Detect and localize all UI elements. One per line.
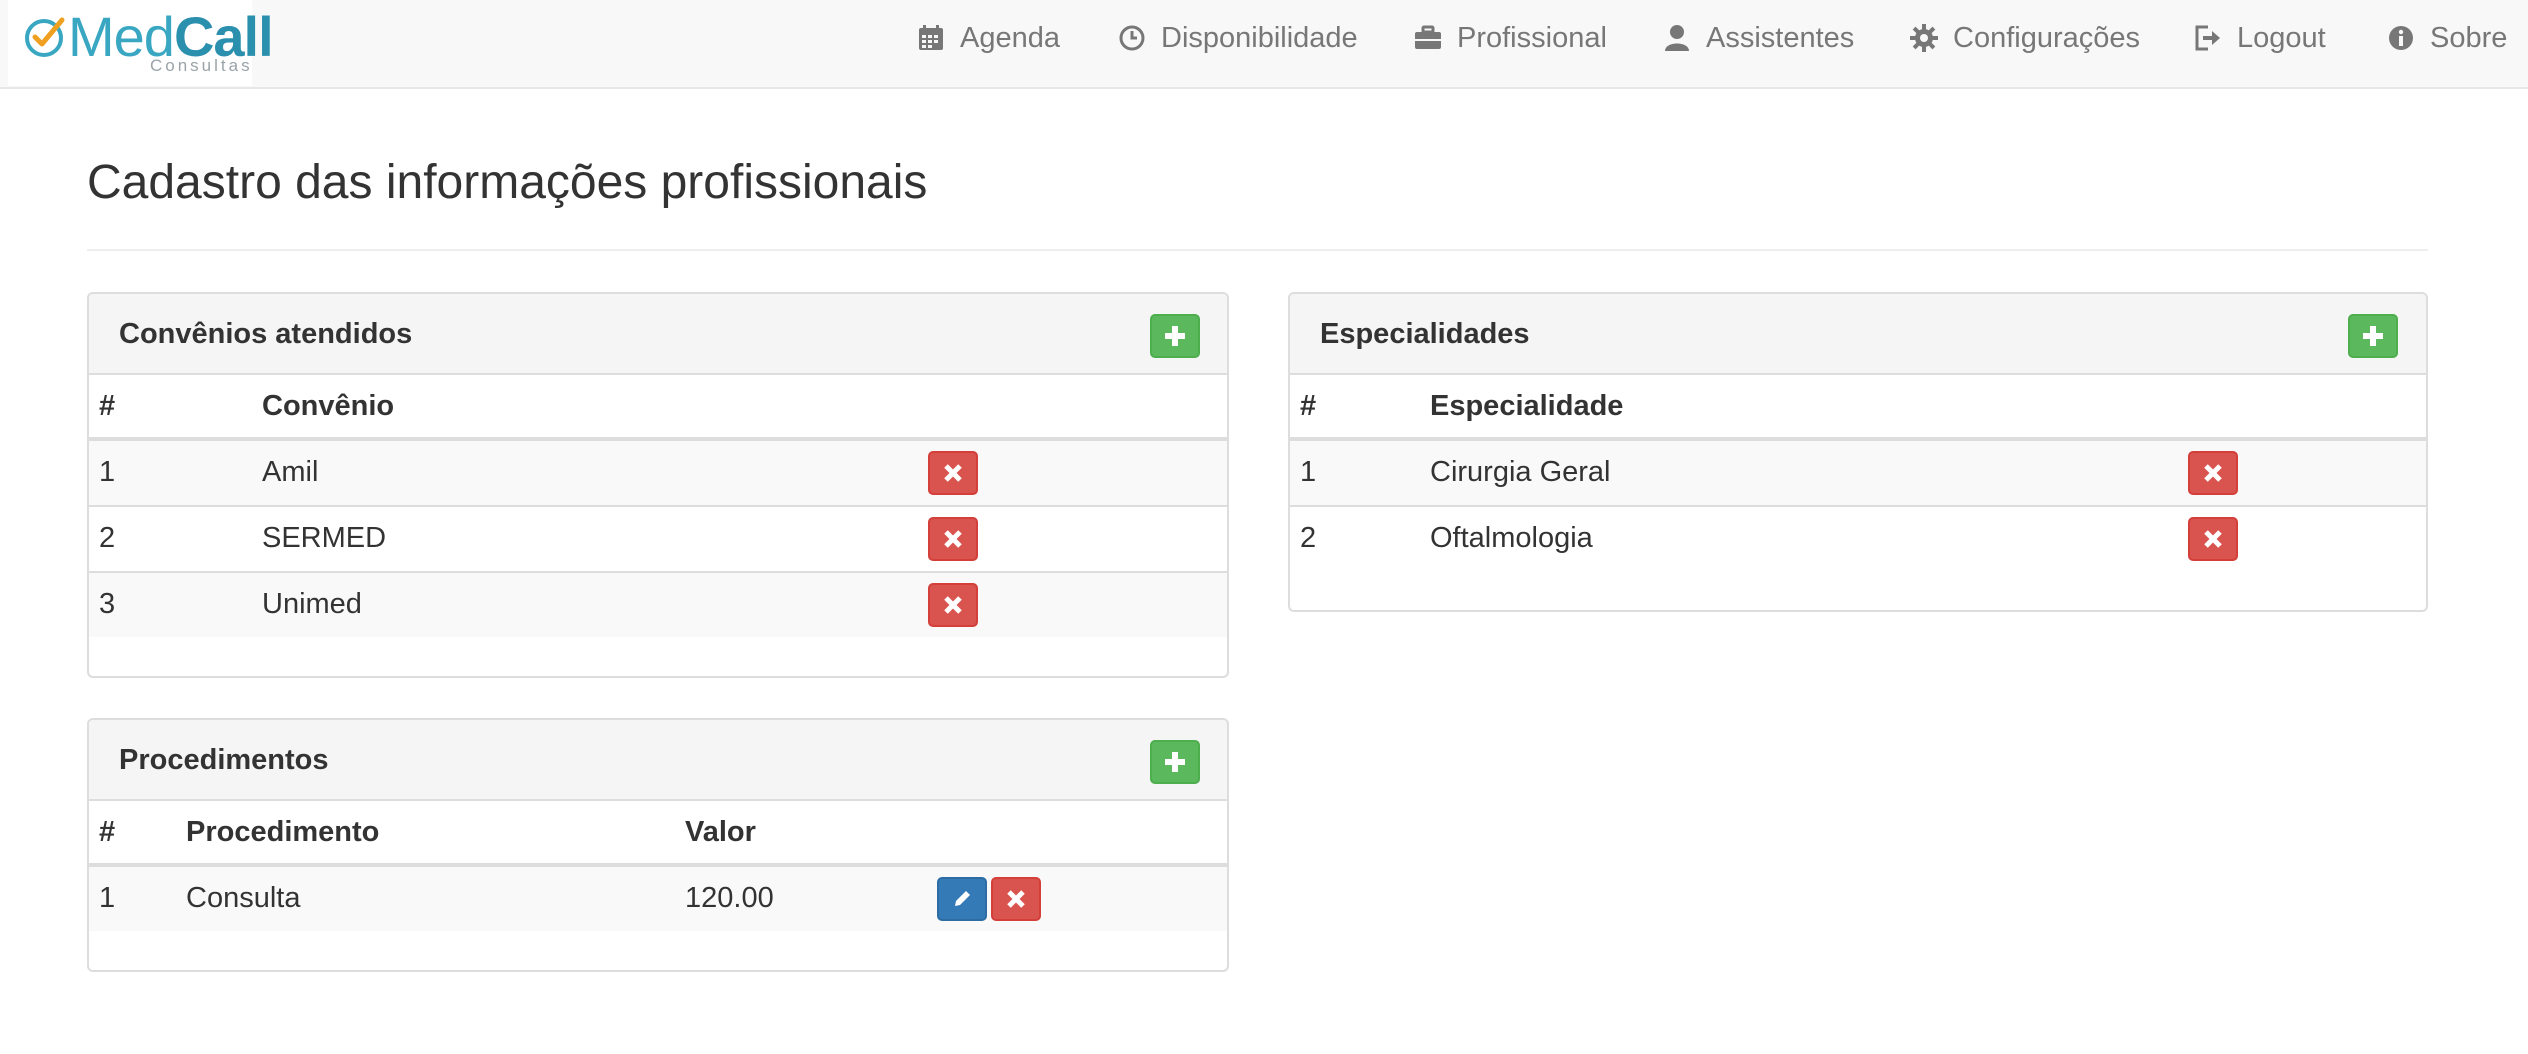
remove-icon <box>944 464 962 482</box>
nav-configuracoes-label: Configurações <box>1953 21 2140 54</box>
user-icon <box>1662 23 1692 53</box>
procedimentos-panel: Procedimentos # Procedimento Valor 1 Con… <box>87 718 1229 972</box>
procedimento-name: Consulta <box>186 882 301 914</box>
especialidade-num: 2 <box>1300 522 1317 554</box>
table-row: 1 Amil <box>89 441 1227 505</box>
delete-especialidade-button[interactable] <box>2188 517 2238 561</box>
logout-icon <box>2193 23 2223 53</box>
convenios-panel-title: Convênios atendidos <box>119 318 413 350</box>
plus-icon <box>1165 326 1185 346</box>
especialidades-col-name: Especialidade <box>1430 390 1624 422</box>
nav-profissional[interactable]: Profissional <box>1413 18 1607 58</box>
especialidade-name: Oftalmologia <box>1430 522 1593 554</box>
especialidades-col-num: # <box>1300 390 1317 422</box>
add-especialidade-button[interactable] <box>2348 314 2398 358</box>
table-row: 2 Oftalmologia <box>1290 507 2426 571</box>
especialidade-name: Cirurgia Geral <box>1430 456 1611 488</box>
especialidade-num: 1 <box>1300 456 1317 488</box>
table-row: 1 Cirurgia Geral <box>1290 441 2426 505</box>
remove-icon <box>2204 530 2222 548</box>
plus-icon <box>2363 326 2383 346</box>
remove-icon <box>2204 464 2222 482</box>
gear-icon <box>1909 23 1939 53</box>
procedimentos-panel-heading: Procedimentos <box>89 720 1227 801</box>
clock-icon <box>1117 23 1147 53</box>
plus-icon <box>1165 752 1185 772</box>
convenio-num: 3 <box>99 588 116 620</box>
table-row: 2 SERMED <box>89 507 1227 571</box>
nav-agenda[interactable]: Agenda <box>916 18 1060 58</box>
table-row: 1 Consulta 120.00 <box>89 867 1227 931</box>
convenio-name: SERMED <box>262 522 387 554</box>
calendar-icon <box>916 23 946 53</box>
convenio-name: Amil <box>262 456 319 488</box>
convenios-col-name: Convênio <box>262 390 395 422</box>
delete-procedimento-button[interactable] <box>991 877 1041 921</box>
briefcase-icon <box>1413 23 1443 53</box>
delete-convenio-button[interactable] <box>928 517 978 561</box>
procedimentos-panel-title: Procedimentos <box>119 744 329 776</box>
convenios-col-num: # <box>99 390 116 422</box>
procedimentos-col-name: Procedimento <box>186 816 380 848</box>
navbar: MedCall Consultas Agenda Disponibilidade… <box>0 0 2528 89</box>
pencil-icon <box>955 891 970 906</box>
page-title: Cadastro das informações profissionais <box>87 156 928 209</box>
convenio-num: 2 <box>99 522 116 554</box>
remove-icon <box>1007 890 1025 908</box>
info-icon <box>2386 23 2416 53</box>
nav-disponibilidade-label: Disponibilidade <box>1161 21 1358 54</box>
especialidades-panel-heading: Especialidades <box>1290 294 2426 375</box>
especialidades-panel: Especialidades # Especialidade 1 Cirurgi… <box>1288 292 2428 612</box>
procedimento-value: 120.00 <box>685 882 774 914</box>
add-convenio-button[interactable] <box>1150 314 1200 358</box>
nav-logout[interactable]: Logout <box>2193 18 2326 58</box>
nav-assistentes[interactable]: Assistentes <box>1662 18 1854 58</box>
nav-sobre[interactable]: Sobre <box>2386 18 2507 58</box>
logo-check-icon <box>25 17 65 57</box>
nav-logout-label: Logout <box>2237 21 2326 54</box>
procedimentos-col-num: # <box>99 816 116 848</box>
table-row: 3 Unimed <box>89 573 1227 637</box>
remove-icon <box>944 530 962 548</box>
nav-disponibilidade[interactable]: Disponibilidade <box>1117 18 1358 58</box>
convenio-num: 1 <box>99 456 116 488</box>
delete-convenio-button[interactable] <box>928 583 978 627</box>
especialidades-panel-title: Especialidades <box>1320 318 1530 350</box>
add-procedimento-button[interactable] <box>1150 740 1200 784</box>
brand-logo[interactable]: MedCall Consultas <box>8 0 274 86</box>
nav-assistentes-label: Assistentes <box>1706 21 1855 54</box>
nav-profissional-label: Profissional <box>1457 21 1607 54</box>
procedimento-num: 1 <box>99 882 116 914</box>
nav-sobre-label: Sobre <box>2430 21 2508 54</box>
title-divider <box>87 249 2428 251</box>
convenios-panel: Convênios atendidos # Convênio 1 Amil 2 … <box>87 292 1229 678</box>
convenio-name: Unimed <box>262 588 362 620</box>
delete-especialidade-button[interactable] <box>2188 451 2238 495</box>
convenios-panel-heading: Convênios atendidos <box>89 294 1227 375</box>
delete-convenio-button[interactable] <box>928 451 978 495</box>
nav-configuracoes[interactable]: Configurações <box>1909 18 2140 58</box>
edit-procedimento-button[interactable] <box>937 877 987 921</box>
procedimentos-col-value: Valor <box>685 816 756 848</box>
brand-subtitle: Consultas <box>150 56 253 75</box>
remove-icon <box>944 596 962 614</box>
nav-agenda-label: Agenda <box>960 21 1060 54</box>
